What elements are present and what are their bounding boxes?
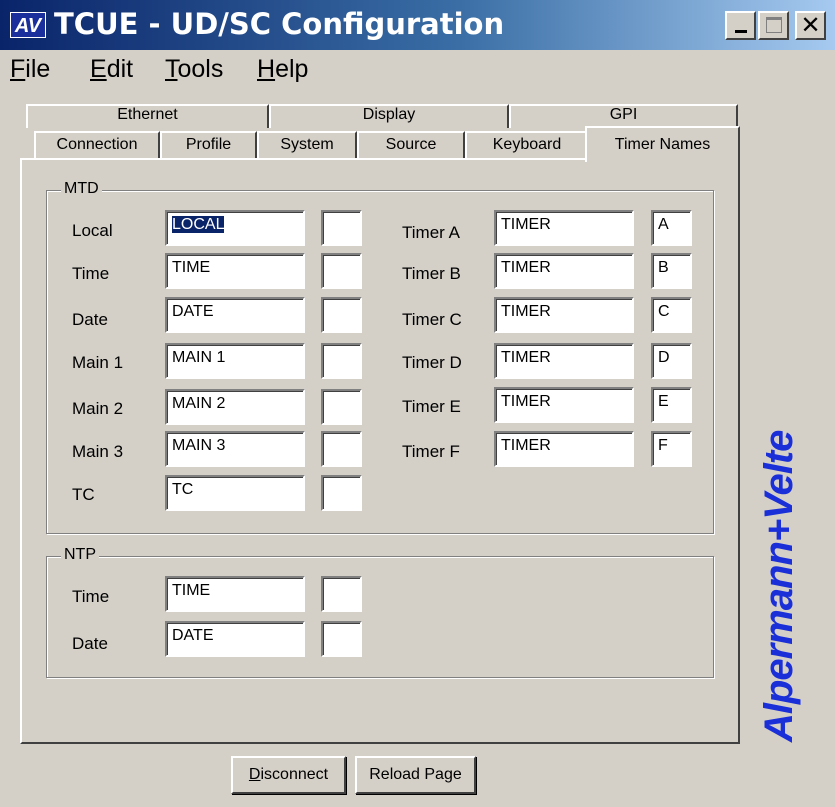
menu-edit-accel: E (90, 55, 107, 83)
tab-profile[interactable]: Profile (160, 131, 257, 159)
timer-f-name-field[interactable]: TIMER (494, 431, 634, 467)
menu-edit[interactable]: Edit (90, 55, 133, 84)
timer-b-label: Timer B (402, 264, 461, 283)
tab-keyboard[interactable]: Keyboard (465, 131, 589, 159)
tab-timer-names-label: Timer Names (614, 136, 711, 153)
timer-d-name-field[interactable]: TIMER (494, 343, 634, 379)
mtd-group-title: MTD (61, 180, 102, 198)
timer-c-name-field[interactable]: TIMER (494, 297, 634, 333)
disconnect-label: isconnect (260, 766, 329, 783)
date-name-field[interactable]: DATE (165, 297, 305, 333)
timer-a-name-field[interactable]: TIMER (494, 210, 634, 246)
timer-b-code-field[interactable]: B (651, 253, 692, 289)
local-label: Local (72, 221, 113, 240)
menu-edit-label: dit (106, 55, 134, 83)
mtd-group: MTD Local LOCAL Time TIME Date DATE Main… (46, 180, 714, 534)
menu-file-accel: F (10, 55, 26, 83)
main1-name-field[interactable]: MAIN 1 (165, 343, 305, 379)
main1-code-field[interactable] (321, 343, 362, 379)
menu-tools[interactable]: Tools (165, 55, 223, 84)
menu-help-accel: H (257, 55, 276, 83)
main3-code-field[interactable] (321, 431, 362, 467)
timer-d-code-field[interactable]: D (651, 343, 692, 379)
tab-ethernet-label: Ethernet (117, 106, 178, 123)
timer-f-label: Timer F (402, 442, 460, 461)
app-icon: AV (10, 12, 46, 38)
disconnect-button[interactable]: Disconnect (231, 756, 346, 794)
tab-keyboard-label: Keyboard (492, 136, 562, 153)
tab-profile-label: Profile (185, 136, 232, 153)
menu-help[interactable]: Help (257, 55, 308, 84)
tab-connection[interactable]: Connection (34, 131, 160, 159)
menu-help-label: elp (275, 55, 309, 83)
tab-source[interactable]: Source (357, 131, 465, 159)
local-name-field[interactable]: LOCAL (165, 210, 305, 246)
ntp-date-code-field[interactable] (321, 621, 362, 657)
timer-names-panel: MTD Local LOCAL Time TIME Date DATE Main… (20, 158, 740, 744)
close-icon: ✕ (800, 12, 821, 39)
timer-c-code-field[interactable]: C (651, 297, 692, 333)
menu-file-label: ile (25, 55, 51, 83)
timer-e-label: Timer E (402, 397, 461, 416)
tc-code-field[interactable] (321, 475, 362, 511)
minimize-icon (735, 30, 747, 33)
title-bar[interactable]: AV TCUE - UD/SC Configuration ✕ (0, 0, 835, 50)
tab-gpi-label: GPI (609, 106, 638, 123)
tab-source-label: Source (385, 136, 437, 153)
time-name-field[interactable]: TIME (165, 253, 305, 289)
tab-ethernet[interactable]: Ethernet (26, 104, 269, 128)
minimize-button[interactable] (725, 11, 756, 40)
tab-system-label: System (280, 136, 334, 153)
main3-name-field[interactable]: MAIN 3 (165, 431, 305, 467)
ntp-time-name-field[interactable]: TIME (165, 576, 305, 612)
tab-system[interactable]: System (257, 131, 357, 159)
main3-label: Main 3 (72, 442, 124, 461)
tab-timer-names[interactable]: Timer Names (585, 126, 740, 162)
timer-e-name-field[interactable]: TIMER (494, 387, 634, 423)
timer-d-label: Timer D (402, 353, 462, 372)
time-code-field[interactable] (321, 253, 362, 289)
ntp-time-code-field[interactable] (321, 576, 362, 612)
timer-b-name-field[interactable]: TIMER (494, 253, 634, 289)
ntp-date-label: Date (72, 634, 108, 653)
ntp-time-label: Time (72, 587, 110, 606)
tc-name-field[interactable]: TC (165, 475, 305, 511)
ntp-group-title: NTP (61, 546, 99, 564)
ntp-group: NTP Time TIME Date DATE (46, 546, 714, 678)
menu-tools-accel: T (165, 55, 178, 83)
timer-a-code-field[interactable]: A (651, 210, 692, 246)
local-name-value: LOCAL (172, 216, 225, 233)
tab-connection-label: Connection (56, 136, 138, 153)
main2-label: Main 2 (72, 399, 124, 418)
window-title: TCUE - UD/SC Configuration (54, 7, 505, 41)
main2-code-field[interactable] (321, 389, 362, 425)
main2-name-field[interactable]: MAIN 2 (165, 389, 305, 425)
date-label: Date (72, 310, 108, 329)
tc-label: TC (72, 485, 95, 504)
brand-logo: Alpermann+Velte (757, 430, 801, 742)
local-code-field[interactable] (321, 210, 362, 246)
tab-display[interactable]: Display (269, 104, 509, 128)
maximize-icon (766, 17, 782, 33)
main1-label: Main 1 (72, 353, 124, 372)
timer-c-label: Timer C (402, 310, 462, 329)
tab-display-label: Display (362, 106, 416, 123)
close-button[interactable]: ✕ (795, 11, 826, 40)
timer-f-code-field[interactable]: F (651, 431, 692, 467)
reload-page-button[interactable]: Reload Page (355, 756, 476, 794)
tab-gpi[interactable]: GPI (509, 104, 738, 128)
ntp-date-name-field[interactable]: DATE (165, 621, 305, 657)
time-label: Time (72, 264, 110, 283)
menu-file[interactable]: File (10, 55, 50, 84)
disconnect-accel: D (248, 766, 261, 783)
timer-a-label: Timer A (402, 223, 460, 242)
maximize-button[interactable] (758, 11, 789, 40)
date-code-field[interactable] (321, 297, 362, 333)
timer-e-code-field[interactable]: E (651, 387, 692, 423)
menu-bar: File Edit Tools Help (0, 52, 835, 86)
menu-tools-label: ools (177, 55, 224, 83)
